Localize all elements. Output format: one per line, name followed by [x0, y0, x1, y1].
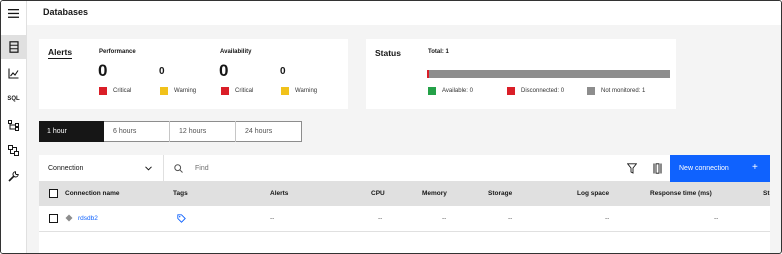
- column-header-status[interactable]: St: [763, 190, 770, 197]
- tab-24-hours[interactable]: 24 hours: [237, 121, 301, 142]
- critical-label: Critical: [113, 88, 132, 94]
- tab-label: 1 hour: [47, 128, 67, 135]
- critical-swatch: [99, 87, 107, 95]
- column-header-tags[interactable]: Tags: [173, 190, 188, 197]
- performance-label: Performance: [99, 49, 136, 55]
- tab-label: 24 hours: [245, 128, 273, 135]
- log-space-cell: --: [605, 215, 610, 222]
- warning-label: Warning: [295, 88, 318, 94]
- search-input[interactable]: Find: [195, 165, 209, 172]
- memory-cell: --: [442, 215, 447, 222]
- tree-icon[interactable]: [1, 113, 26, 137]
- row-checkbox[interactable]: [49, 214, 58, 223]
- available-legend: Available: 0: [428, 87, 473, 95]
- cpu-cell: --: [378, 215, 383, 222]
- chevron-down-icon: [145, 166, 152, 171]
- tab-label: 6 hours: [113, 128, 137, 135]
- tag-icon[interactable]: [177, 214, 186, 223]
- alerts-card: Alerts Performance 0 0 Critical Warning …: [39, 39, 348, 109]
- table-body-empty: [39, 232, 770, 253]
- warning-swatch: [160, 87, 168, 95]
- column-header-storage[interactable]: Storage: [488, 190, 512, 197]
- tab-label: 12 hours: [179, 128, 207, 135]
- alerts-title: Alerts: [48, 47, 73, 59]
- tab-12-hours[interactable]: 12 hours: [171, 121, 236, 142]
- status-card: Status Total: 1 Available: 0 Disconnecte…: [366, 39, 676, 109]
- table-header: Connection name Tags Alerts CPU Memory S…: [39, 182, 770, 206]
- select-all-checkbox[interactable]: [49, 189, 58, 198]
- page-title: Databases: [43, 7, 89, 17]
- database-icon[interactable]: [1, 35, 26, 59]
- column-header-cpu[interactable]: CPU: [371, 190, 385, 197]
- column-header-log-space[interactable]: Log space: [577, 190, 609, 197]
- storage-cell: --: [508, 215, 513, 222]
- filter-icon[interactable]: [627, 163, 637, 174]
- available-swatch: [428, 87, 436, 95]
- not-monitored-legend: Not monitored: 1: [587, 87, 645, 95]
- wrench-icon[interactable]: [1, 164, 26, 188]
- column-header-connection-name[interactable]: Connection name: [65, 190, 120, 197]
- chart-icon[interactable]: [1, 61, 26, 85]
- column-header-memory[interactable]: Memory: [422, 190, 447, 197]
- menu-icon[interactable]: [1, 1, 26, 25]
- not-monitored-swatch: [587, 87, 595, 95]
- side-nav: SQL: [1, 1, 27, 253]
- warning-swatch: [281, 87, 289, 95]
- disconnected-swatch: [507, 87, 515, 95]
- performance-warning-legend: Warning: [160, 87, 196, 95]
- status-title: Status: [375, 48, 401, 58]
- disconnected-label: Disconnected: 0: [521, 88, 565, 94]
- table-row[interactable]: rdsdb2 -- -- -- -- -- --: [39, 206, 770, 232]
- connection-status-icon: [65, 214, 73, 222]
- flow-icon[interactable]: [1, 138, 26, 162]
- column-header-response-time[interactable]: Response time (ms): [650, 190, 712, 197]
- available-label: Available: 0: [442, 88, 473, 94]
- performance-critical-count: 0: [98, 61, 108, 80]
- tab-1-hour[interactable]: 1 hour: [39, 121, 104, 142]
- sql-icon[interactable]: SQL: [1, 87, 26, 111]
- header: Databases: [27, 1, 781, 25]
- tab-6-hours[interactable]: 6 hours: [105, 121, 170, 142]
- availability-warning-count: 0: [280, 66, 286, 77]
- critical-label: Critical: [235, 88, 254, 94]
- availability-critical-count: 0: [219, 61, 229, 80]
- dropdown-value: Connection: [48, 165, 84, 172]
- availability-warning-legend: Warning: [281, 87, 317, 95]
- response-time-cell: --: [714, 215, 719, 222]
- connection-dropdown[interactable]: Connection: [39, 155, 164, 182]
- status-total: Total: 1: [428, 49, 449, 55]
- availability-label: Availability: [220, 49, 252, 55]
- critical-swatch: [221, 87, 229, 95]
- connection-name-link[interactable]: rdsdb2: [78, 215, 98, 222]
- not-monitored-label: Not monitored: 1: [601, 88, 646, 94]
- new-connection-label: New connection: [679, 165, 729, 172]
- plus-icon: +: [752, 162, 758, 173]
- search-icon: [174, 164, 183, 173]
- columns-icon[interactable]: [653, 163, 662, 174]
- alerts-cell: --: [270, 215, 275, 222]
- performance-warning-count: 0: [159, 66, 165, 77]
- table-toolbar: Connection Find New connection +: [39, 155, 770, 182]
- app-window: SQL Databases Alerts Performance 0 0 Cri…: [0, 0, 782, 254]
- status-bar-marker: [427, 70, 429, 78]
- status-bar: [427, 70, 670, 78]
- availability-critical-legend: Critical: [221, 87, 253, 95]
- sql-label: SQL: [7, 96, 20, 102]
- column-header-alerts[interactable]: Alerts: [270, 190, 288, 197]
- disconnected-legend: Disconnected: 0: [507, 87, 564, 95]
- performance-critical-legend: Critical: [99, 87, 131, 95]
- warning-label: Warning: [174, 88, 197, 94]
- new-connection-button[interactable]: New connection +: [670, 155, 770, 182]
